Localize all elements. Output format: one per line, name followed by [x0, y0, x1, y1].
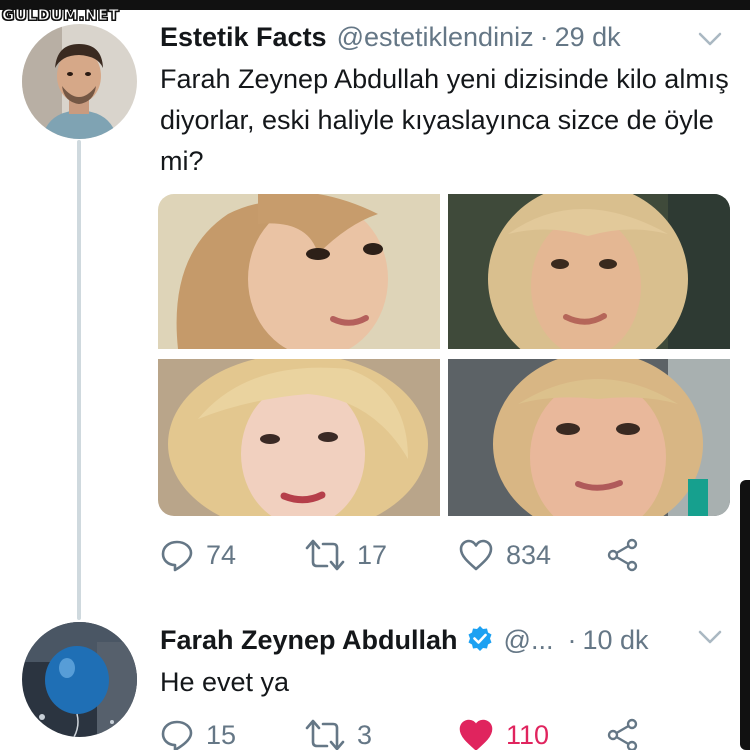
retweet-button[interactable]: 3 [305, 718, 372, 750]
retweet-icon [305, 539, 345, 571]
tweet-actions: 74 17 834 [160, 538, 660, 578]
device-edge [740, 480, 750, 750]
tweet-text: He evet ya [160, 667, 290, 697]
author-handle[interactable]: @estetiklendiniz [337, 22, 534, 53]
tweet-media-grid[interactable] [158, 194, 730, 516]
heart-filled-icon [459, 719, 493, 750]
like-count: 834 [506, 539, 552, 570]
reply-count: 15 [206, 719, 237, 750]
avatar-estetik-facts[interactable] [22, 24, 137, 139]
retweet-count: 17 [357, 539, 388, 570]
reply-button[interactable]: 15 [160, 718, 236, 750]
media-photo-2[interactable] [448, 194, 730, 349]
media-photo-4[interactable] [448, 359, 730, 516]
author-name[interactable]: Farah Zeynep Abdullah [160, 625, 458, 656]
retweet-button[interactable]: 17 [305, 538, 387, 572]
reply-count: 74 [206, 539, 237, 570]
like-count: 110 [506, 719, 550, 750]
media-photo-1[interactable] [158, 194, 440, 349]
like-button[interactable]: 834 [458, 538, 551, 572]
media-photo-3[interactable] [158, 359, 440, 516]
tweet-time[interactable]: 29 dk [555, 22, 621, 53]
share-button[interactable] [606, 718, 652, 750]
thread-connector-line [77, 140, 81, 620]
reply-button[interactable]: 74 [160, 538, 236, 572]
avatar-farah-zeynep-abdullah[interactable] [22, 622, 137, 737]
retweet-count: 3 [357, 719, 373, 750]
tweet-actions: 15 3 110 [160, 718, 660, 750]
tweet-header: Estetik Facts @estetiklendiniz · 29 dk [160, 22, 621, 53]
share-icon [607, 538, 638, 572]
reply-icon [161, 720, 193, 750]
tweet-header: Farah Zeynep Abdullah @... · 10 dk [160, 621, 649, 656]
author-name[interactable]: Estetik Facts [160, 22, 327, 53]
share-button[interactable] [606, 538, 652, 572]
author-handle[interactable]: @... [504, 625, 554, 656]
tweet-time[interactable]: 10 dk [582, 625, 648, 656]
separator-dot: · [567, 625, 577, 655]
chevron-down-icon[interactable] [698, 630, 722, 644]
verified-badge-icon [468, 626, 492, 651]
tweet-thread-screenshot: GULDUM.NET Estetik Facts @estetiklendini… [0, 0, 750, 750]
retweet-icon [305, 719, 345, 750]
chevron-down-icon[interactable] [698, 32, 722, 46]
reply-icon [161, 540, 193, 572]
share-icon [607, 718, 638, 750]
separator-dot: · [539, 22, 549, 52]
like-button[interactable]: 110 [458, 718, 549, 750]
heart-icon [459, 539, 493, 571]
watermark: GULDUM.NET [1, 6, 120, 25]
tweet-text: Farah Zeynep Abdullah yeni dizisinde kil… [160, 64, 729, 176]
